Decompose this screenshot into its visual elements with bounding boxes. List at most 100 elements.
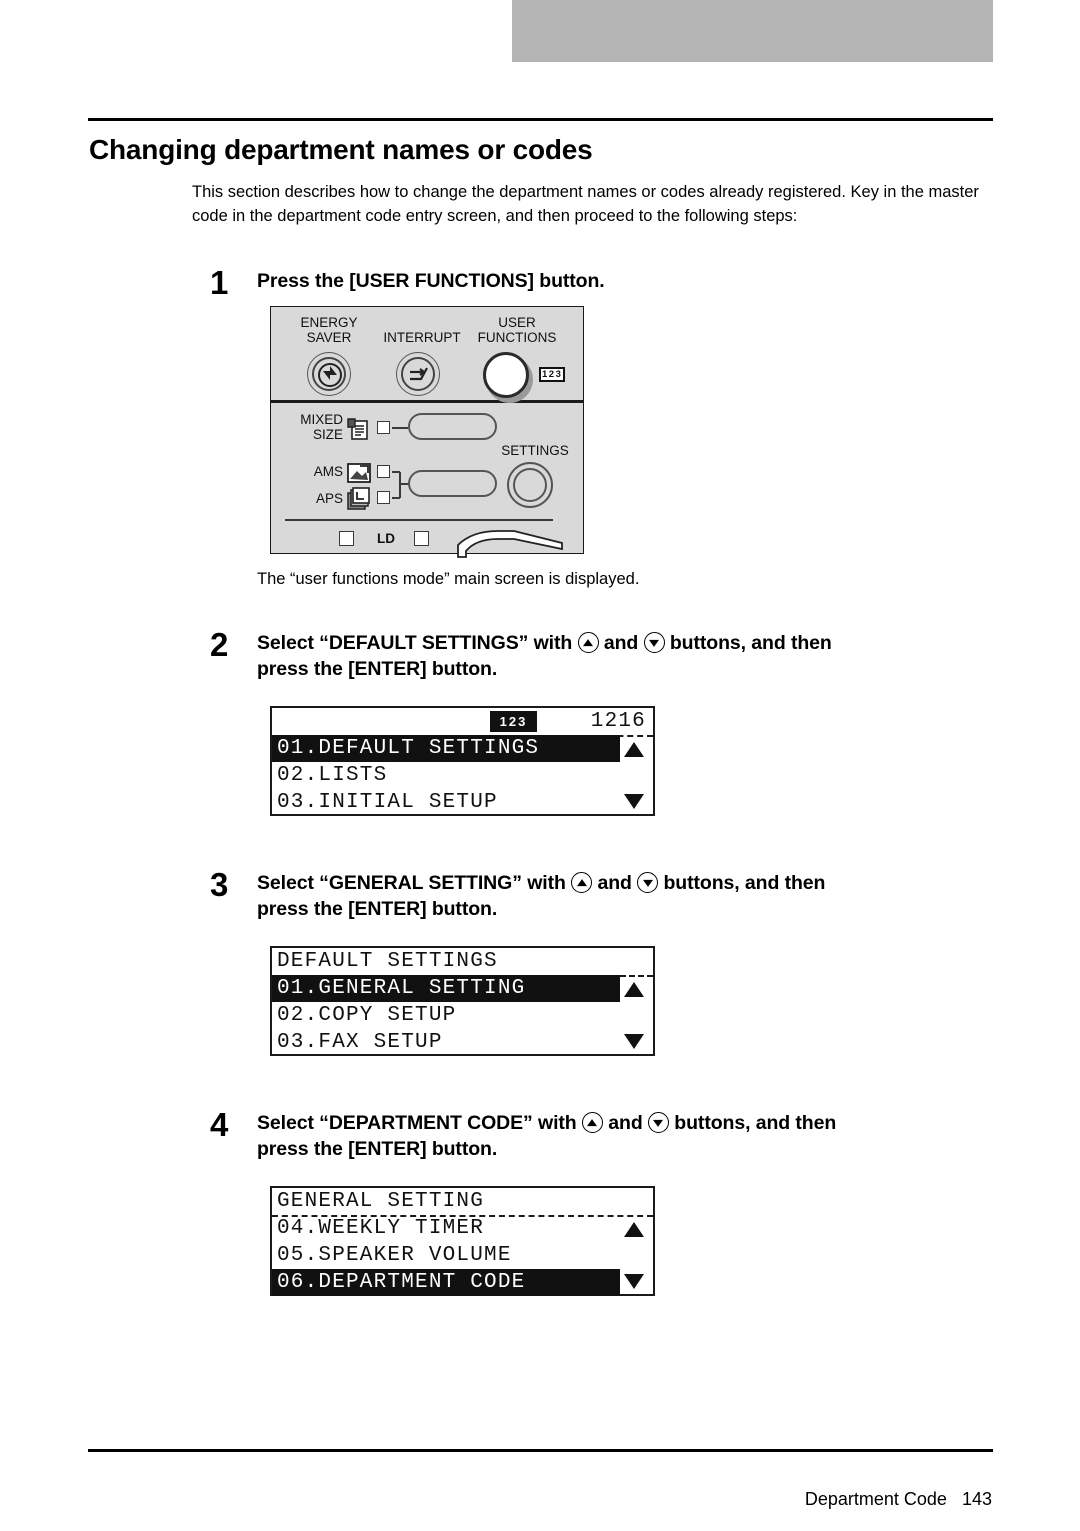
interrupt-label: INTERRUPT — [383, 330, 461, 345]
lcd3-header-row: GENERAL SETTING — [277, 1190, 485, 1213]
ams-icon — [347, 463, 371, 483]
interrupt-button-inner — [401, 357, 435, 391]
up-arrow-button-icon — [571, 872, 593, 893]
lcd1-item-2[interactable]: 03.INITIAL SETUP — [272, 789, 653, 816]
aps-label: APS — [315, 491, 343, 506]
paper-size-label: LD — [377, 531, 395, 546]
keypad-123-badge: 123 — [539, 367, 565, 382]
interrupt-button[interactable] — [396, 352, 440, 396]
paper-right-led — [414, 531, 429, 546]
step-1-text: Press the [USER FUNCTIONS] button. — [257, 270, 605, 292]
lcd2-item-0[interactable]: 01.GENERAL SETTING — [272, 975, 620, 1002]
lcd2-item-2[interactable]: 03.FAX SETUP — [272, 1029, 653, 1056]
step-1-note: The “user functions mode” main screen is… — [257, 570, 640, 588]
lcd1-item-0[interactable]: 01.DEFAULT SETTINGS — [272, 735, 620, 762]
up-arrow-button-icon — [581, 1112, 603, 1133]
footer: Department Code 143 — [785, 1468, 992, 1531]
lcd1-keypad-badge: 123 — [490, 711, 537, 732]
user-functions-label-line2: FUNCTIONS — [477, 330, 557, 345]
aps-led — [377, 491, 390, 504]
ams-led — [377, 465, 390, 478]
aps-bracket-arm — [392, 497, 400, 499]
down-arrow-button-icon — [647, 1112, 669, 1133]
step-2-text-line2: press the [ENTER] button. — [257, 658, 498, 680]
step-3-text: Select “GENERAL SETTING” with and button… — [257, 870, 1002, 922]
paper-left-led — [339, 531, 354, 546]
footer-rule — [88, 1449, 993, 1452]
panel-bottom-rule — [285, 519, 553, 521]
step-4-text-before: Select “DEPARTMENT CODE” with — [257, 1112, 577, 1134]
mixed-size-label-line1: MIXED — [300, 412, 343, 427]
lcd3-item-0[interactable]: 04.WEEKLY TIMER — [272, 1215, 653, 1242]
lcd3-scroll-up-arrow[interactable] — [624, 1222, 644, 1237]
energy-saver-label-line2: SAVER — [306, 330, 352, 345]
mixed-size-led — [377, 421, 390, 434]
lcd2-item-1[interactable]: 02.COPY SETUP — [272, 1002, 653, 1029]
manual-page: Changing department names or codes This … — [0, 0, 1080, 1526]
step-4-text: Select “DEPARTMENT CODE” with and button… — [257, 1110, 1002, 1162]
step-2-text-after: buttons, and then — [669, 632, 832, 654]
user-functions-button[interactable] — [483, 352, 529, 398]
panel-divider — [271, 400, 583, 403]
ams-bracket-arm — [392, 471, 400, 473]
energy-saver-label-line1: ENERGY — [300, 315, 358, 330]
intro-paragraph: This section describes how to change the… — [192, 183, 979, 225]
lcd1-scroll-down-arrow[interactable] — [624, 794, 644, 809]
settings-button[interactable] — [507, 462, 553, 508]
paper-tray-graphic — [457, 530, 563, 558]
step-1-number: 1 — [210, 264, 229, 301]
lcd3-item-2[interactable]: 06.DEPARTMENT CODE — [272, 1269, 620, 1296]
ams-aps-bracket-vertical — [399, 472, 401, 498]
step-2-text-mid: and — [603, 632, 639, 654]
mixed-size-key[interactable] — [408, 413, 497, 440]
step-4-text-line2: press the [ENTER] button. — [257, 1138, 498, 1160]
control-panel-illustration: ENERGY SAVER INTERRUPT USER FUNCTIONS 12… — [270, 306, 584, 558]
down-arrow-button-icon — [643, 632, 665, 653]
step-2-number: 2 — [210, 626, 229, 663]
lcd-screen-user-functions: USER FUNCTIONS 123 1216 01.DEFAULT SETTI… — [270, 706, 655, 816]
lcd1-scroll-up-arrow[interactable] — [624, 742, 644, 757]
down-arrow-button-icon — [637, 872, 659, 893]
header-gray-band — [512, 0, 993, 62]
energy-saver-button-inner — [312, 357, 346, 391]
step-3-text-mid: and — [597, 872, 632, 894]
step-4-number: 4 — [210, 1106, 229, 1143]
lcd1-item-1[interactable]: 02.LISTS — [272, 762, 653, 789]
lcd2-scroll-up-arrow[interactable] — [624, 982, 644, 997]
step-2-text-before: Select “DEFAULT SETTINGS” with — [257, 632, 573, 654]
lcd-screen-default-settings: DEFAULT SETTINGS 01.GENERAL SETTING 02.C… — [270, 946, 655, 1056]
step-4-text-after: buttons, and then — [674, 1112, 837, 1134]
ams-aps-key[interactable] — [408, 470, 497, 497]
lcd1-header-row: USER FUNCTIONS 123 1216 — [272, 708, 653, 760]
energy-saver-label: ENERGY SAVER — [287, 315, 371, 345]
lcd2-separator — [620, 975, 653, 977]
lcd2-scroll-down-arrow[interactable] — [624, 1034, 644, 1049]
step-4-text-mid: and — [608, 1112, 643, 1134]
settings-label: SETTINGS — [501, 443, 569, 458]
title-rule-top — [88, 118, 993, 121]
lcd3-scroll-down-arrow[interactable] — [624, 1274, 644, 1289]
up-arrow-button-icon — [577, 632, 599, 653]
lcd1-header-counter: 1216 — [590, 710, 646, 733]
energy-saver-button[interactable] — [307, 352, 351, 396]
page-title: Changing department names or codes — [89, 134, 593, 165]
settings-button-inner — [513, 468, 547, 502]
footer-page-number: 143 — [961, 1489, 992, 1509]
user-functions-label: USER FUNCTIONS — [467, 315, 567, 345]
mixed-size-icon — [347, 418, 368, 440]
step-3-number: 3 — [210, 866, 229, 903]
lcd3-item-1[interactable]: 05.SPEAKER VOLUME — [272, 1242, 653, 1269]
lcd2-header-row: DEFAULT SETTINGS — [277, 950, 498, 973]
energy-saver-icon — [318, 363, 342, 387]
step-3-text-after: buttons, and then — [663, 872, 826, 894]
interrupt-icon — [410, 367, 428, 381]
mixed-size-label-line2: SIZE — [312, 427, 343, 442]
step-3-text-before: Select “GENERAL SETTING” with — [257, 872, 566, 894]
step-3-text-line2: press the [ENTER] button. — [257, 898, 498, 920]
mixed-size-label: MIXED SIZE — [283, 412, 343, 442]
aps-icon — [347, 487, 370, 510]
footer-section-label: Department Code — [804, 1489, 947, 1509]
lcd-screen-general-setting: GENERAL SETTING 04.WEEKLY TIMER 05.SPEAK… — [270, 1186, 655, 1296]
mixed-size-connector — [392, 427, 408, 429]
user-functions-label-line1: USER — [498, 315, 536, 330]
